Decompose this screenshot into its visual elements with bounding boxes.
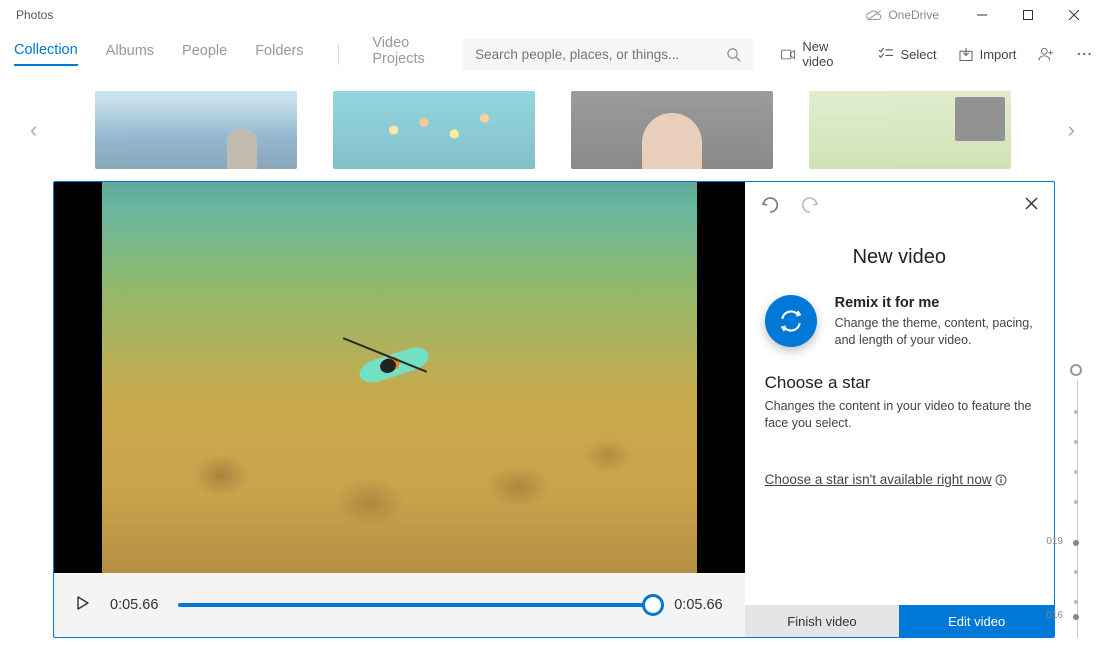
info-icon — [995, 474, 1007, 486]
search-box[interactable] — [463, 38, 753, 70]
toolbar: Collection Albums People Folders Video P… — [0, 30, 1105, 78]
minimap-label: 016 — [1046, 610, 1063, 621]
close-button[interactable] — [1051, 0, 1097, 30]
remix-option[interactable]: Remix it for me Change the theme, conten… — [745, 295, 1054, 349]
window-controls — [959, 0, 1097, 30]
new-video-button[interactable]: New video — [781, 39, 856, 69]
tab-video-projects[interactable]: Video Projects — [372, 35, 449, 73]
choose-title: Choose a star — [765, 373, 1034, 393]
close-panel-button[interactable] — [1025, 197, 1038, 214]
timeline-minimap[interactable]: 019 016 — [1067, 362, 1087, 638]
video-plus-icon — [781, 48, 795, 61]
search-icon — [726, 47, 741, 62]
choose-desc: Changes the content in your video to fea… — [765, 398, 1034, 432]
tab-divider — [338, 43, 339, 65]
project-thumb[interactable] — [95, 91, 297, 169]
player-controls: 0:05.66 0:05.66 — [54, 573, 745, 637]
seek-handle[interactable] — [642, 594, 664, 616]
close-icon — [1025, 197, 1038, 210]
cloud-icon — [866, 10, 882, 21]
onedrive-status[interactable]: OneDrive — [866, 8, 939, 22]
choose-star-section: Choose a star Changes the content in you… — [745, 349, 1054, 432]
panel-title: New video — [745, 246, 1054, 269]
video-editor-dialog: 0:05.66 0:05.66 New video Remix it for m — [53, 181, 1055, 638]
remix-title: Remix it for me — [835, 295, 1034, 311]
tab-collection[interactable]: Collection — [14, 42, 78, 66]
minimize-button[interactable] — [959, 0, 1005, 30]
remix-badge — [765, 295, 817, 347]
duration: 0:05.66 — [674, 597, 722, 613]
nav-tabs: Collection Albums People Folders Video P… — [14, 35, 449, 73]
video-pane: 0:05.66 0:05.66 — [54, 182, 745, 637]
select-icon — [878, 48, 893, 61]
tab-albums[interactable]: Albums — [106, 43, 154, 65]
play-button[interactable] — [76, 596, 90, 615]
onedrive-label: OneDrive — [888, 8, 939, 22]
person-add-icon[interactable] — [1038, 46, 1054, 62]
import-icon — [959, 48, 973, 61]
project-thumb[interactable] — [333, 91, 535, 169]
panel-footer: Finish video Edit video — [745, 605, 1054, 637]
kayak-graphic — [356, 343, 431, 386]
more-icon[interactable] — [1077, 52, 1091, 56]
project-thumb[interactable] — [809, 91, 1011, 169]
play-icon — [76, 596, 90, 610]
carousel-prev[interactable]: ‹ — [30, 117, 37, 143]
side-panel: New video Remix it for me Change the the… — [745, 182, 1054, 637]
carousel-next[interactable]: › — [1068, 117, 1075, 143]
finish-video-button[interactable]: Finish video — [745, 605, 900, 637]
app-title: Photos — [16, 8, 53, 22]
minimap-handle[interactable] — [1070, 364, 1082, 376]
undo-icon[interactable] — [761, 196, 779, 214]
refresh-icon — [778, 308, 804, 334]
select-button[interactable]: Select — [878, 47, 936, 62]
toolbar-actions: New video Select Import — [781, 39, 1091, 69]
tab-people[interactable]: People — [182, 43, 227, 65]
search-input[interactable] — [475, 47, 726, 62]
tab-folders[interactable]: Folders — [255, 43, 303, 65]
seek-bar[interactable] — [178, 603, 654, 607]
current-time: 0:05.66 — [110, 597, 158, 613]
video-preview[interactable] — [102, 182, 697, 573]
minimap-label: 019 — [1046, 536, 1063, 547]
redo-icon[interactable] — [801, 196, 819, 214]
project-carousel: ‹ › — [0, 80, 1105, 180]
edit-video-button[interactable]: Edit video — [899, 605, 1054, 637]
choose-star-link[interactable]: Choose a star isn't available right now — [765, 472, 1034, 487]
titlebar: Photos OneDrive — [0, 0, 1105, 30]
import-button[interactable]: Import — [959, 47, 1017, 62]
remix-desc: Change the theme, content, pacing, and l… — [835, 315, 1034, 349]
maximize-button[interactable] — [1005, 0, 1051, 30]
project-thumb[interactable] — [571, 91, 773, 169]
